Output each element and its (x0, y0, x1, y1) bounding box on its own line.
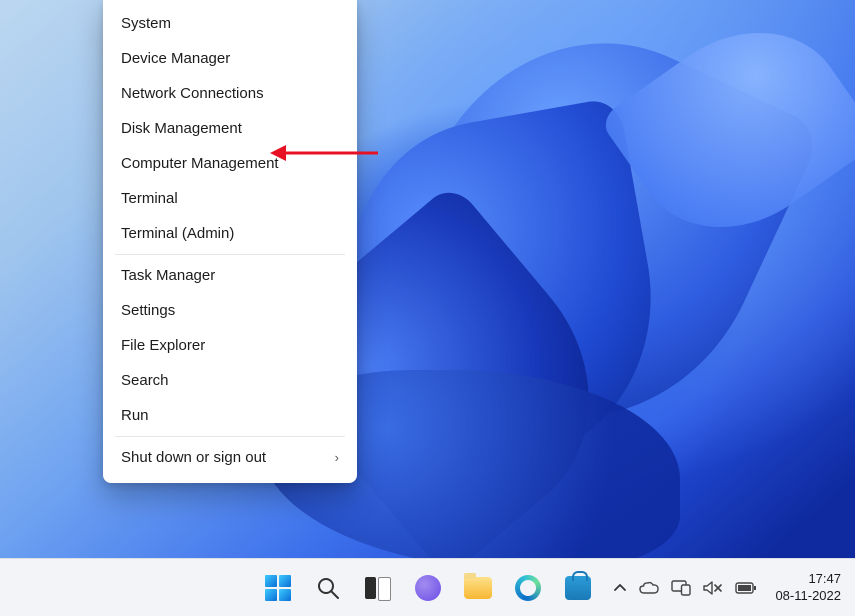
menu-label: Run (121, 407, 149, 424)
menu-item-run[interactable]: Run (105, 398, 355, 433)
menu-item-terminal[interactable]: Terminal (105, 181, 355, 216)
menu-label: Shut down or sign out (121, 449, 266, 466)
menu-label: Terminal (121, 190, 178, 207)
tray-volume-button[interactable] (703, 580, 723, 596)
taskbar: 17:47 08-11-2022 (0, 558, 855, 616)
menu-label: Network Connections (121, 85, 264, 102)
battery-icon (735, 581, 757, 595)
menu-item-disk-management[interactable]: Disk Management (105, 111, 355, 146)
menu-label: Device Manager (121, 50, 230, 67)
taskbar-edge-button[interactable] (514, 574, 542, 602)
teams-icon (415, 575, 441, 601)
menu-item-device-manager[interactable]: Device Manager (105, 41, 355, 76)
winx-menu: System Device Manager Network Connection… (103, 0, 357, 483)
menu-item-shutdown-signout[interactable]: Shut down or sign out › (105, 440, 355, 475)
volume-mute-icon (703, 580, 723, 596)
menu-item-file-explorer[interactable]: File Explorer (105, 328, 355, 363)
taskbar-teams-button[interactable] (414, 574, 442, 602)
taskbar-center (264, 574, 592, 602)
task-view-icon (365, 577, 391, 599)
menu-label: System (121, 15, 171, 32)
taskbar-search-button[interactable] (314, 574, 342, 602)
tray-display-button[interactable] (671, 580, 691, 596)
menu-item-computer-management[interactable]: Computer Management (105, 146, 355, 181)
menu-label: Search (121, 372, 169, 389)
taskbar-file-explorer-button[interactable] (464, 574, 492, 602)
menu-label: Computer Management (121, 155, 279, 172)
clock-date: 08-11-2022 (775, 588, 841, 604)
menu-item-search[interactable]: Search (105, 363, 355, 398)
chevron-up-icon (613, 581, 627, 595)
menu-item-task-manager[interactable]: Task Manager (105, 258, 355, 293)
menu-label: Settings (121, 302, 175, 319)
cloud-icon (639, 581, 659, 595)
tray-overflow-button[interactable] (613, 581, 627, 595)
menu-label: File Explorer (121, 337, 205, 354)
menu-label: Disk Management (121, 120, 242, 137)
menu-item-settings[interactable]: Settings (105, 293, 355, 328)
menu-item-system[interactable]: System (105, 6, 355, 41)
clock-time: 17:47 (775, 571, 841, 587)
menu-item-terminal-admin[interactable]: Terminal (Admin) (105, 216, 355, 251)
task-view-button[interactable] (364, 574, 392, 602)
desktop: System Device Manager Network Connection… (0, 0, 855, 616)
chevron-right-icon: › (335, 450, 339, 465)
start-button[interactable] (264, 574, 292, 602)
tray-battery-button[interactable] (735, 581, 757, 595)
menu-label: Terminal (Admin) (121, 225, 234, 242)
menu-item-network-connections[interactable]: Network Connections (105, 76, 355, 111)
menu-separator (115, 436, 345, 437)
search-icon (316, 576, 340, 600)
system-tray: 17:47 08-11-2022 (613, 559, 855, 616)
folder-icon (464, 577, 492, 599)
screen-icon (671, 580, 691, 596)
menu-separator (115, 254, 345, 255)
edge-icon (515, 575, 541, 601)
tray-onedrive-button[interactable] (639, 581, 659, 595)
menu-label: Task Manager (121, 267, 215, 284)
taskbar-clock[interactable]: 17:47 08-11-2022 (769, 571, 841, 604)
windows-logo-icon (265, 575, 291, 601)
taskbar-store-button[interactable] (564, 574, 592, 602)
store-icon (565, 576, 591, 600)
